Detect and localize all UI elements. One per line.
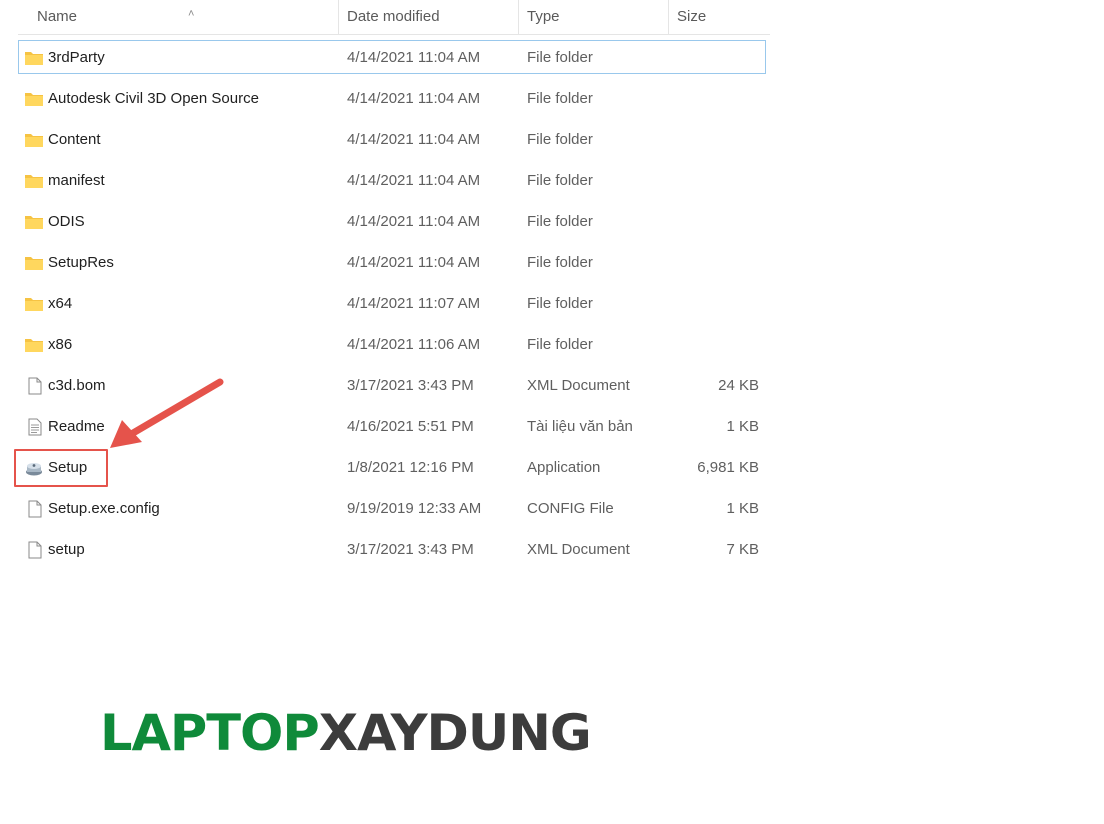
file-type: CONFIG File <box>527 500 614 517</box>
column-date-header[interactable]: Date modified <box>338 0 518 34</box>
file-size: 1 KB <box>726 500 759 517</box>
file-name: Readme <box>48 418 105 435</box>
file-size: 24 KB <box>718 377 759 394</box>
file-type: Tài liệu văn bản <box>527 418 633 435</box>
file-date-modified: 1/8/2021 12:16 PM <box>347 459 474 476</box>
file-row[interactable]: Autodesk Civil 3D Open Source 4/14/2021 1… <box>18 81 766 115</box>
file-size: 1 KB <box>726 418 759 435</box>
file-type: File folder <box>527 254 593 271</box>
file-date-modified: 4/14/2021 11:04 AM <box>347 172 481 189</box>
file-date-modified: 9/19/2019 12:33 AM <box>347 500 482 517</box>
file-date-modified: 3/17/2021 3:43 PM <box>347 377 474 394</box>
column-size-label: Size <box>677 8 707 25</box>
file-type: File folder <box>527 172 593 189</box>
file-row[interactable]: Content 4/14/2021 11:04 AM File folder <box>18 122 766 156</box>
file-date-modified: 4/14/2021 11:04 AM <box>347 49 481 66</box>
file-size: 7 KB <box>726 541 759 558</box>
file-date-modified: 4/14/2021 11:04 AM <box>347 131 481 148</box>
file-row[interactable]: setup 3/17/2021 3:43 PM XML Document 7 KB <box>18 532 766 566</box>
column-header: Name ˄ Date modified Type Size <box>18 0 770 35</box>
column-name-header[interactable]: Name ˄ <box>28 0 338 34</box>
file-name: SetupRes <box>48 254 114 271</box>
file-name: Setup.exe.config <box>48 500 160 517</box>
file-type: XML Document <box>527 541 630 558</box>
sort-ascending-icon: ˄ <box>188 8 195 20</box>
file-date-modified: 4/14/2021 11:06 AM <box>347 336 481 353</box>
file-name: 3rdParty <box>48 49 105 66</box>
file-name: ODIS <box>48 213 85 230</box>
file-date-modified: 4/14/2021 11:07 AM <box>347 295 481 312</box>
file-date-modified: 3/17/2021 3:43 PM <box>347 541 474 558</box>
file-row[interactable]: x64 4/14/2021 11:07 AM File folder <box>18 286 766 320</box>
file-date-modified: 4/14/2021 11:04 AM <box>347 90 481 107</box>
file-name: c3d.bom <box>48 377 106 394</box>
column-type-header[interactable]: Type <box>518 0 668 34</box>
logo-part-laptop: LAPTOP <box>100 704 320 762</box>
file-row[interactable]: x86 4/14/2021 11:06 AM File folder <box>18 327 766 361</box>
file-row[interactable]: 3rdParty 4/14/2021 11:04 AM File folder <box>18 40 766 74</box>
callout-arrow-icon <box>110 378 224 448</box>
file-name: x64 <box>48 295 73 312</box>
column-size-header[interactable]: Size <box>668 0 770 34</box>
file-type: XML Document <box>527 377 630 394</box>
file-name: manifest <box>48 172 105 189</box>
file-date-modified: 4/14/2021 11:04 AM <box>347 213 481 230</box>
file-name: setup <box>48 541 85 558</box>
file-type: Application <box>527 459 601 476</box>
file-name: Content <box>48 131 101 148</box>
watermark-logo: LAPTOPXAYDUNG <box>100 703 592 763</box>
column-name-label: Name <box>37 8 78 25</box>
file-type: File folder <box>527 131 593 148</box>
file-type: File folder <box>527 213 593 230</box>
setup-highlight-box <box>14 449 108 487</box>
file-list: 3rdParty 4/14/2021 11:04 AM File folder Aut… <box>18 40 766 573</box>
file-row[interactable]: ODIS 4/14/2021 11:04 AM File folder <box>18 204 766 238</box>
file-date-modified: 4/16/2021 5:51 PM <box>347 418 474 435</box>
file-row[interactable]: manifest 4/14/2021 11:04 AM File folder <box>18 163 766 197</box>
file-type: File folder <box>527 295 593 312</box>
logo-part-xaydung: XAYDUNG <box>318 704 592 762</box>
file-type: File folder <box>527 90 593 107</box>
file-row[interactable]: Setup.exe.config 9/19/2019 12:33 AM CONFIG… <box>18 491 766 525</box>
file-name: Autodesk Civil 3D Open Source <box>48 90 259 107</box>
file-date-modified: 4/14/2021 11:04 AM <box>347 254 481 271</box>
file-size: 6,981 KB <box>697 459 759 476</box>
column-date-label: Date modified <box>347 8 440 25</box>
file-explorer-view: Name ˄ Date modified Type Size 3rdParty 4… <box>0 0 1104 824</box>
file-name: x86 <box>48 336 73 353</box>
file-type: File folder <box>527 336 593 353</box>
file-type: File folder <box>527 49 593 66</box>
file-row[interactable]: SetupRes 4/14/2021 11:04 AM File folder <box>18 245 766 279</box>
column-type-label: Type <box>527 8 560 25</box>
